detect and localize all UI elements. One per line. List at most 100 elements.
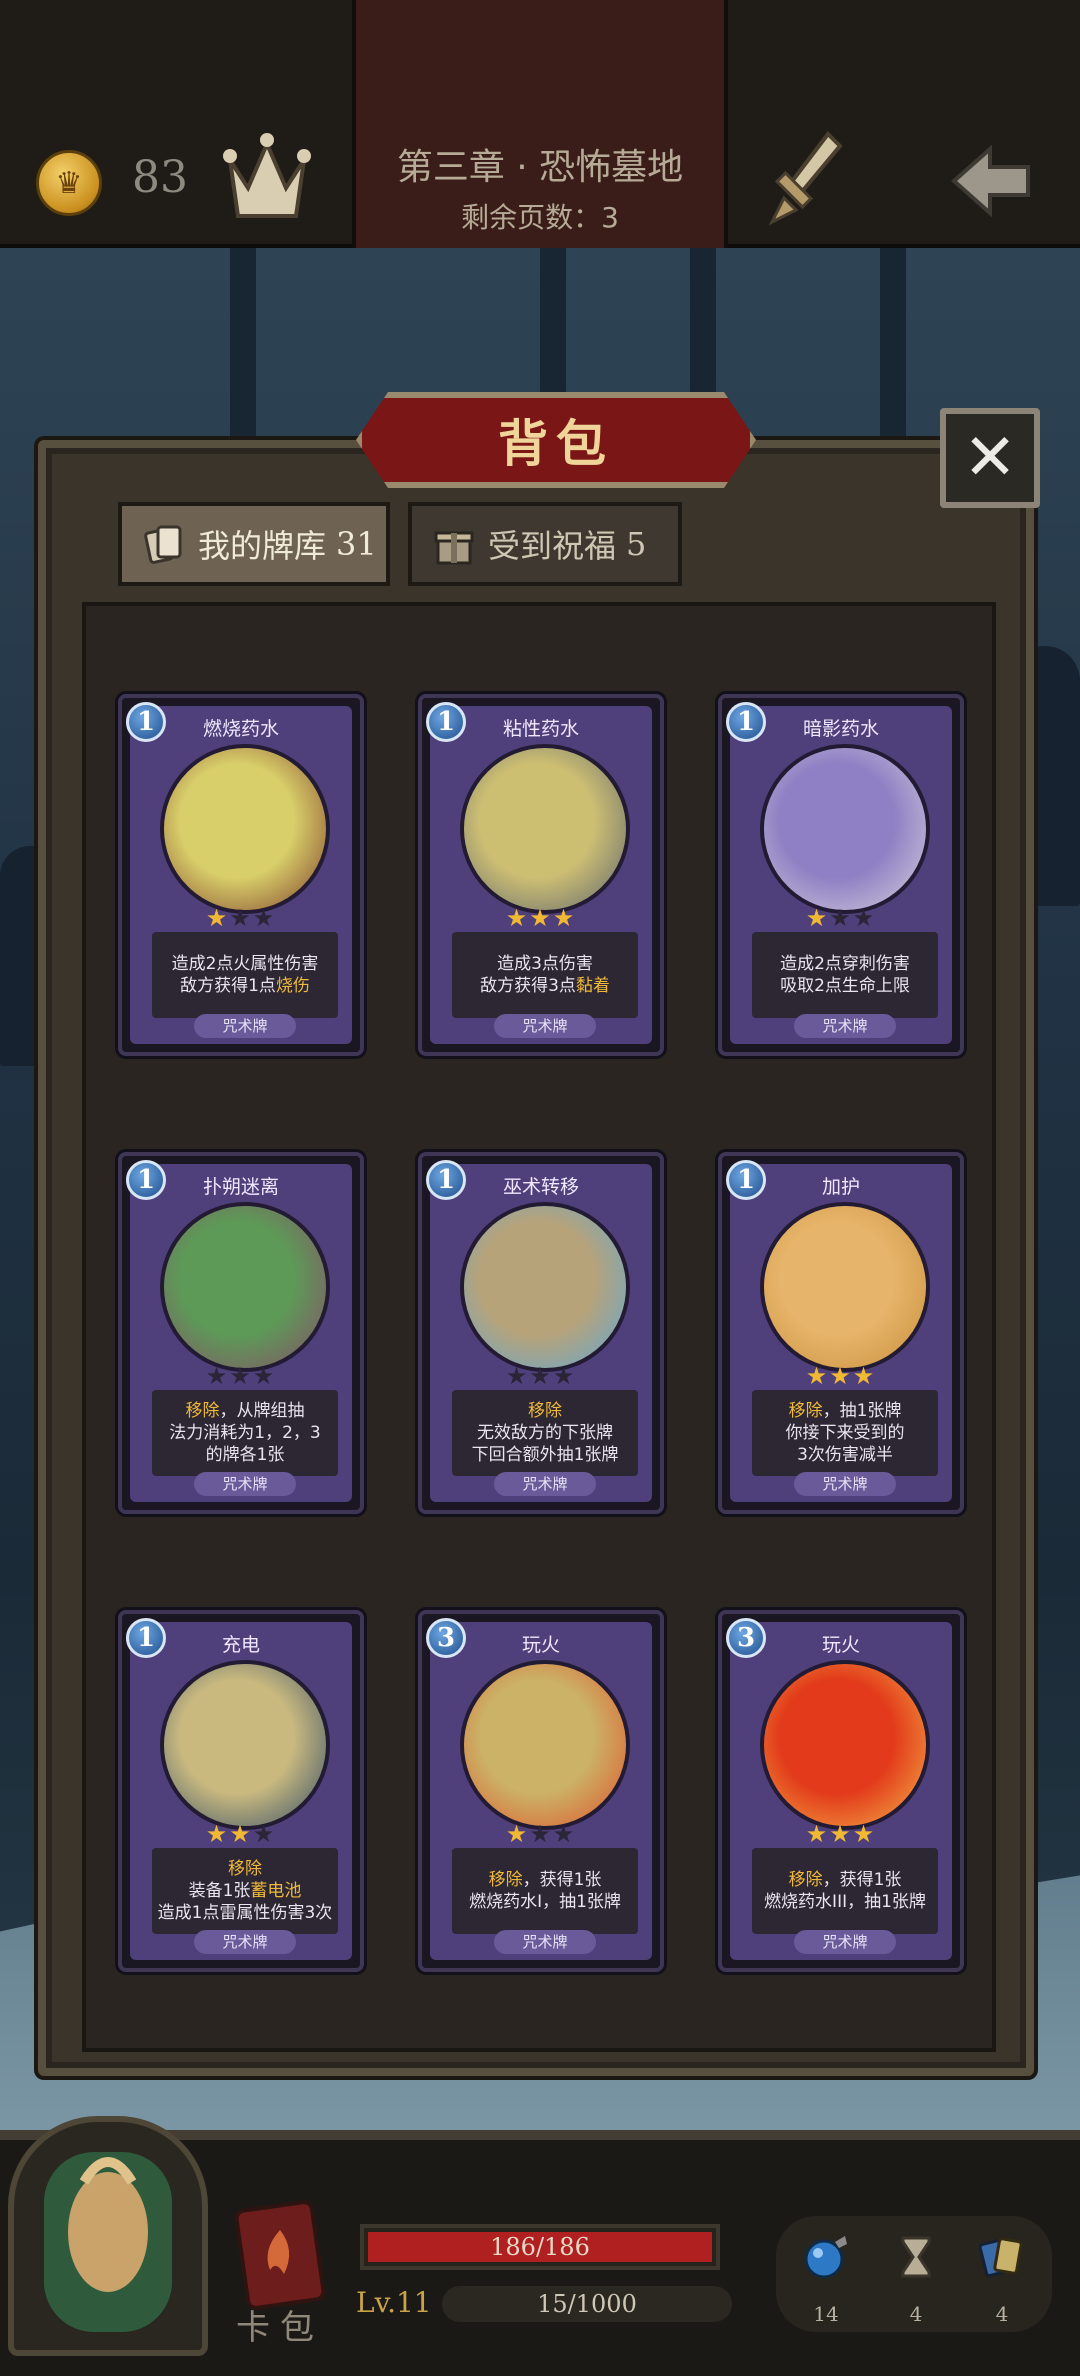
spell-card[interactable]: 燃烧药水 ★★★ 造成2点火属性伤害 敌方获得1点烧伤 咒术牌 1 — [118, 694, 364, 1056]
cards-icon — [144, 525, 182, 564]
star-icon: ★ — [852, 1362, 877, 1390]
description-text: 黏着 — [575, 976, 610, 996]
description-text: 燃烧药水I，抽1张牌 — [469, 1892, 621, 1912]
description-text: 3次伤害减半 — [797, 1445, 893, 1465]
description-text: 造成1点雷属性伤害3次 — [157, 1903, 333, 1923]
stat-hourglass[interactable]: 4 — [886, 2234, 946, 2326]
spell-card[interactable]: 加护 ★★★ 移除，抽1张牌 你接下来受到的 3次伤害减半 咒术牌 1 — [718, 1152, 964, 1514]
spell-card[interactable]: 巫术转移 ★★★ 移除 无效敌方的下张牌 下回合额外抽1张牌 咒术牌 1 — [418, 1152, 664, 1514]
stat-potions[interactable]: 14 — [796, 2234, 856, 2326]
star-icon: ★ — [252, 1820, 277, 1848]
star-icon: ★ — [805, 1362, 830, 1390]
description-text: 移除 — [788, 1401, 823, 1421]
description-line: 燃烧药水III，抽1张牌 — [764, 1891, 926, 1913]
description-text: 造成3点伤害 — [497, 954, 593, 974]
tab-my-deck[interactable]: 我的牌库 31 — [118, 502, 390, 586]
mana-cost-badge: 1 — [126, 1160, 166, 1200]
stat-value: 4 — [995, 2302, 1009, 2326]
stat-cards[interactable]: 4 — [972, 2234, 1032, 2326]
description-text: ，获得1张 — [822, 1870, 902, 1890]
card-stars: ★★★ — [130, 1362, 352, 1390]
card-frame: 暗影药水 ★★★ 造成2点穿刺伤害 吸取2点生命上限 咒术牌 — [730, 706, 952, 1044]
card-frame: 巫术转移 ★★★ 移除 无效敌方的下张牌 下回合额外抽1张牌 咒术牌 — [430, 1164, 652, 1502]
star-icon: ★ — [252, 1362, 277, 1390]
description-text: 法力消耗为1，2，3 — [169, 1423, 321, 1443]
gift-icon — [434, 531, 474, 565]
spell-card[interactable]: 充电 ★★★ 移除 装备1张蓄电池 造成1点雷属性伤害3次 咒术牌 1 — [118, 1610, 364, 1972]
description-line: 移除，获得1张 — [489, 1869, 602, 1891]
star-icon: ★ — [829, 1820, 853, 1848]
star-icon: ★ — [505, 1820, 530, 1848]
star-icon: ★ — [505, 904, 530, 932]
star-icon: ★ — [529, 904, 553, 932]
card-description: 移除，从牌组抽 法力消耗为1，2，3 的牌各1张 — [152, 1390, 338, 1476]
star-icon: ★ — [852, 1820, 877, 1848]
description-line: 你接下来受到的 — [786, 1422, 905, 1444]
spell-card[interactable]: 扑朔迷离 ★★★ 移除，从牌组抽 法力消耗为1，2，3 的牌各1张 咒术牌 1 — [118, 1152, 364, 1514]
crown-icon[interactable] — [222, 130, 312, 226]
hero-portrait[interactable] — [8, 2116, 208, 2356]
description-line: 敌方获得3点黏着 — [480, 975, 610, 997]
description-line: 移除，获得1张 — [789, 1869, 902, 1891]
spell-card[interactable]: 暗影药水 ★★★ 造成2点穿刺伤害 吸取2点生命上限 咒术牌 1 — [718, 694, 964, 1056]
card-frame: 玩火 ★★★ 移除，获得1张 燃烧药水I，抽1张牌 咒术牌 — [430, 1622, 652, 1960]
potion-orb-icon — [804, 2236, 847, 2279]
description-text: 敌方获得1点 — [180, 976, 276, 996]
hp-text: 186/186 — [490, 2233, 590, 2261]
card-frame: 加护 ★★★ 移除，抽1张牌 你接下来受到的 3次伤害减半 咒术牌 — [730, 1164, 952, 1502]
card-pack-icon[interactable] — [232, 2200, 328, 2310]
card-art — [160, 1660, 330, 1830]
star-icon: ★ — [205, 904, 230, 932]
spell-card[interactable]: 玩火 ★★★ 移除，获得1张 燃烧药水I，抽1张牌 咒术牌 3 — [418, 1610, 664, 1972]
mana-cost-badge: 1 — [426, 702, 466, 742]
card-pack-label[interactable]: 卡包 — [236, 2300, 324, 2349]
star-icon: ★ — [829, 904, 853, 932]
card-stars: ★★★ — [730, 904, 952, 932]
star-icon: ★ — [529, 1820, 553, 1848]
top-bar: ♛ 83 第三章 · 恐怖墓地 剩余页数：3 — [0, 0, 1080, 248]
close-button[interactable]: ✕ — [940, 408, 1040, 508]
card-stars: ★★★ — [430, 1362, 652, 1390]
card-type-label: 咒术牌 — [794, 1472, 896, 1496]
close-icon: ✕ — [963, 421, 1017, 495]
star-icon: ★ — [552, 1820, 577, 1848]
card-type-label: 咒术牌 — [794, 1014, 896, 1038]
star-icon: ★ — [805, 1820, 830, 1848]
description-line: 移除，从牌组抽 — [186, 1400, 305, 1422]
star-icon: ★ — [252, 904, 277, 932]
card-description: 移除，获得1张 燃烧药水III，抽1张牌 — [752, 1848, 938, 1934]
description-line: 造成1点雷属性伤害3次 — [158, 1902, 333, 1924]
tab-label: 我的牌库 — [198, 527, 327, 565]
description-text: 装备1张 — [188, 1881, 251, 1901]
card-description: 造成2点火属性伤害 敌方获得1点烧伤 — [152, 932, 338, 1018]
card-type-label: 咒术牌 — [494, 1472, 596, 1496]
card-type-label: 咒术牌 — [194, 1014, 296, 1038]
chapter-banner: 第三章 · 恐怖墓地 剩余页数：3 — [352, 0, 728, 248]
description-line: 造成2点火属性伤害 — [172, 953, 319, 975]
card-description: 造成3点伤害 敌方获得3点黏着 — [452, 932, 638, 1018]
card-frame: 充电 ★★★ 移除 装备1张蓄电池 造成1点雷属性伤害3次 咒术牌 — [130, 1622, 352, 1960]
spell-card[interactable]: 玩火 ★★★ 移除，获得1张 燃烧药水III，抽1张牌 咒术牌 3 — [718, 1610, 964, 1972]
card-stars: ★★★ — [130, 1820, 352, 1848]
bag-title-plate: 背包 — [356, 392, 756, 488]
description-text: 移除 — [528, 1401, 562, 1421]
spell-card[interactable]: 粘性药水 ★★★ 造成3点伤害 敌方获得3点黏着 咒术牌 1 — [418, 694, 664, 1056]
card-art — [760, 1660, 930, 1830]
description-text: 敌方获得3点 — [480, 976, 576, 996]
star-icon: ★ — [229, 1820, 253, 1848]
card-stars: ★★★ — [730, 1820, 952, 1848]
back-arrow-icon[interactable] — [950, 145, 1032, 217]
mana-cost-badge: 1 — [726, 1160, 766, 1200]
mana-cost-badge: 1 — [426, 1160, 466, 1200]
description-text: 移除 — [488, 1870, 523, 1890]
sword-icon[interactable] — [766, 128, 846, 228]
tab-blessings[interactable]: 受到祝福 5 — [408, 502, 682, 586]
star-icon: ★ — [529, 1362, 553, 1390]
card-type-label: 咒术牌 — [194, 1472, 296, 1496]
coin-icon: ♛ — [36, 150, 102, 216]
stat-value: 14 — [813, 2302, 839, 2326]
mana-cost-badge: 1 — [726, 702, 766, 742]
description-text: 燃烧药水III，抽1张牌 — [764, 1892, 926, 1912]
card-frame: 燃烧药水 ★★★ 造成2点火属性伤害 敌方获得1点烧伤 咒术牌 — [130, 706, 352, 1044]
mana-cost-badge: 1 — [126, 1618, 166, 1658]
